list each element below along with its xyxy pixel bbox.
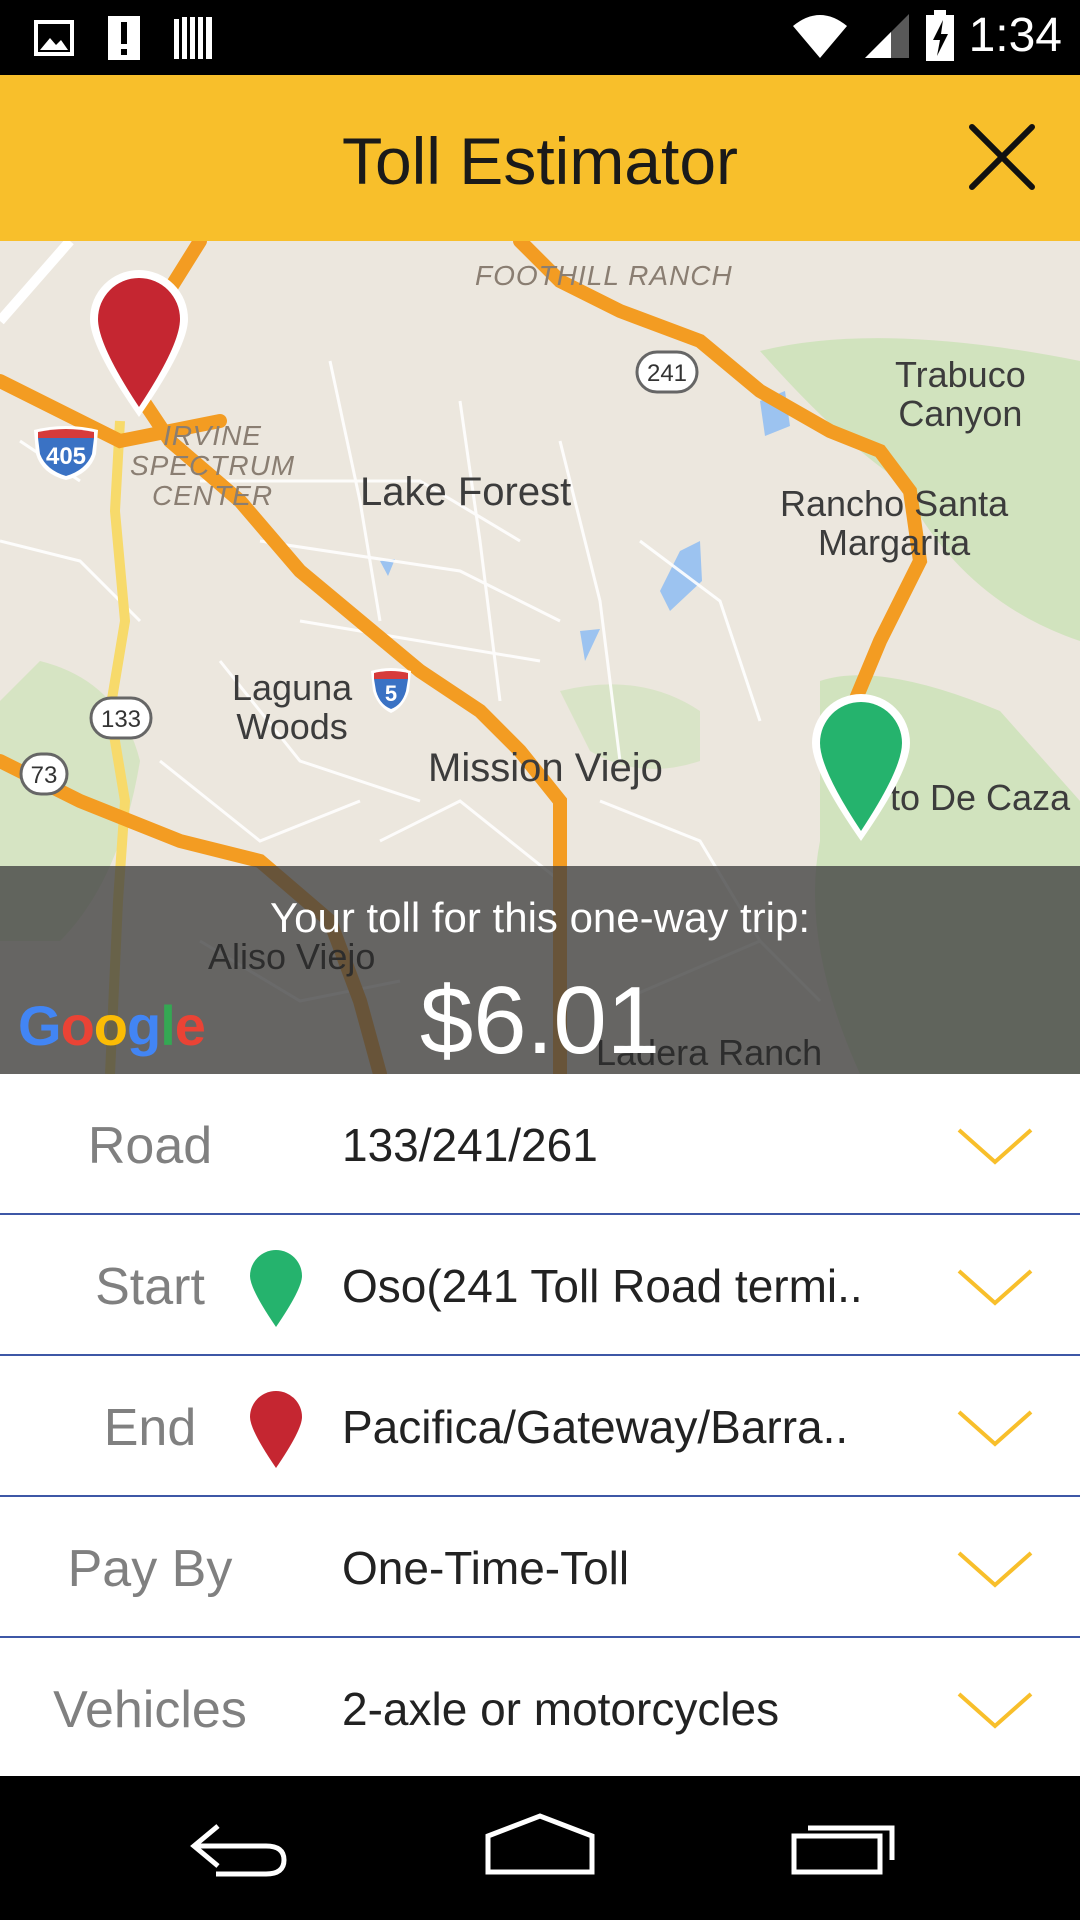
trip-form: Road 133/241/261 Start Oso(241 Toll Road… bbox=[0, 1074, 1080, 1776]
chevron-down-icon[interactable] bbox=[956, 1124, 1034, 1168]
end-pin-icon bbox=[250, 1391, 302, 1468]
map-label-lake-forest: Lake Forest bbox=[360, 470, 572, 514]
start-value: Oso(241 Toll Road termi.. bbox=[342, 1260, 863, 1312]
chevron-down-icon[interactable] bbox=[956, 1688, 1034, 1732]
chevron-down-icon[interactable] bbox=[956, 1547, 1034, 1591]
start-selector[interactable]: Start Oso(241 Toll Road termi.. bbox=[0, 1215, 1080, 1356]
app-bar: Toll Estimator bbox=[0, 75, 1080, 241]
svg-text:405: 405 bbox=[46, 443, 86, 470]
vehicles-value: 2-axle or motorcycles bbox=[342, 1683, 780, 1735]
status-bar: 1:34 bbox=[0, 0, 1080, 75]
pay-by-value: One-Time-Toll bbox=[342, 1542, 630, 1594]
map-label-mission-viejo: Mission Viejo bbox=[428, 746, 663, 790]
highway-73-shield: 73 bbox=[19, 752, 69, 796]
chevron-down-icon[interactable] bbox=[956, 1265, 1034, 1309]
system-nav-bar bbox=[0, 1776, 1080, 1920]
vehicles-selector[interactable]: Vehicles 2-axle or motorcycles bbox=[0, 1638, 1080, 1776]
map-view[interactable]: FOOTHILL RANCH Trabuco Canyon IRVINE SPE… bbox=[0, 241, 1080, 1074]
toll-caption: Your toll for this one-way trip: bbox=[269, 894, 811, 941]
map-label-irvine-spectrum: IRVINE SPECTRUM CENTER bbox=[130, 420, 296, 512]
map-label-foothill-ranch: FOOTHILL RANCH bbox=[475, 260, 733, 291]
alert-icon bbox=[108, 16, 140, 60]
start-location-pin-icon[interactable] bbox=[808, 691, 914, 845]
svg-text:133: 133 bbox=[101, 706, 141, 733]
back-icon[interactable] bbox=[186, 1808, 290, 1888]
pay-by-selector[interactable]: Pay By One-Time-Toll bbox=[0, 1497, 1080, 1638]
end-selector[interactable]: End Pacifica/Gateway/Barra.. bbox=[0, 1356, 1080, 1497]
page-title: Toll Estimator bbox=[341, 124, 739, 198]
map-label-laguna-woods: Laguna Woods bbox=[232, 667, 353, 747]
google-logo: Google bbox=[18, 994, 206, 1057]
start-pin-icon bbox=[250, 1250, 302, 1327]
highway-5-shield: 5 bbox=[371, 668, 411, 713]
svg-text:5: 5 bbox=[385, 681, 397, 706]
map-label-rancho-santa-margarita: Rancho Santa Margarita bbox=[780, 483, 1009, 563]
signal-icon bbox=[864, 13, 909, 58]
status-time: 1:34 bbox=[968, 9, 1062, 62]
svg-text:241: 241 bbox=[647, 360, 687, 387]
barcode-icon bbox=[174, 17, 212, 59]
road-value: 133/241/261 bbox=[342, 1119, 598, 1171]
map-label-coto-de-caza: to De Caza bbox=[890, 777, 1071, 818]
battery-charging-icon bbox=[925, 9, 954, 61]
recents-icon[interactable] bbox=[790, 1808, 898, 1888]
pay-by-label: Pay By bbox=[67, 1540, 233, 1598]
home-icon[interactable] bbox=[484, 1808, 596, 1888]
road-selector[interactable]: Road 133/241/261 bbox=[0, 1074, 1080, 1215]
svg-text:73: 73 bbox=[31, 762, 58, 789]
highway-133-shield: 133 bbox=[89, 696, 153, 740]
image-icon bbox=[34, 20, 74, 56]
close-icon[interactable] bbox=[964, 119, 1040, 195]
road-label: Road bbox=[87, 1117, 213, 1175]
end-location-pin-icon[interactable] bbox=[86, 267, 192, 421]
vehicles-label: Vehicles bbox=[53, 1681, 247, 1739]
chevron-down-icon[interactable] bbox=[956, 1406, 1034, 1450]
highway-405-shield: 405 bbox=[34, 426, 98, 480]
wifi-icon bbox=[792, 14, 847, 58]
map-label-trabuco-canyon: Trabuco Canyon bbox=[895, 354, 1026, 434]
highway-241-shield: 241 bbox=[635, 350, 699, 394]
end-value: Pacifica/Gateway/Barra.. bbox=[342, 1401, 849, 1453]
